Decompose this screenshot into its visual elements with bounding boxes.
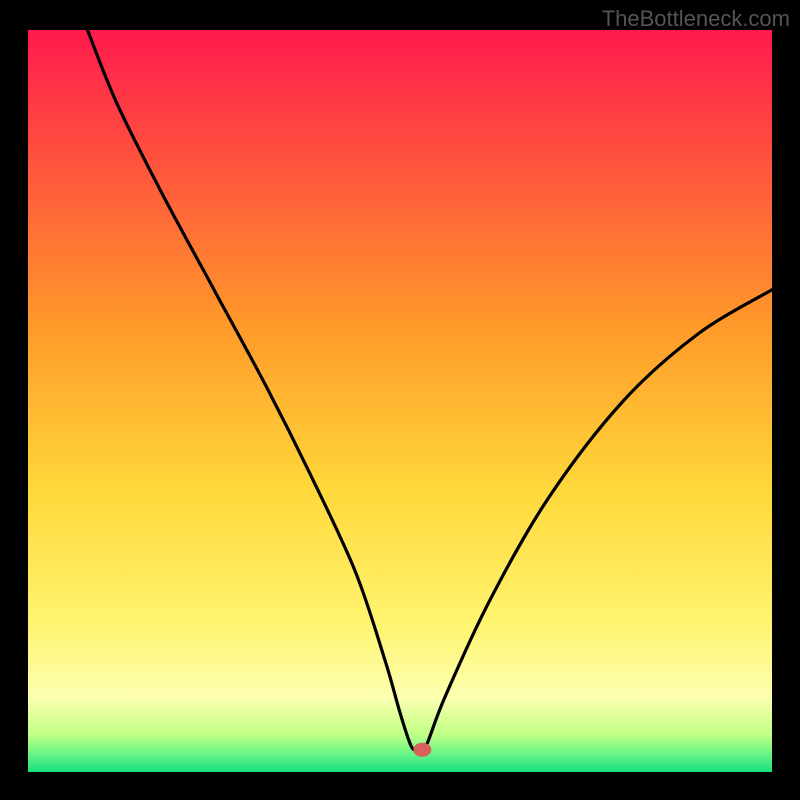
watermark-text: TheBottleneck.com [602, 6, 790, 32]
plot-background [28, 30, 772, 772]
chart-svg [0, 0, 800, 800]
optimal-point-marker [413, 743, 431, 757]
bottleneck-chart: TheBottleneck.com [0, 0, 800, 800]
